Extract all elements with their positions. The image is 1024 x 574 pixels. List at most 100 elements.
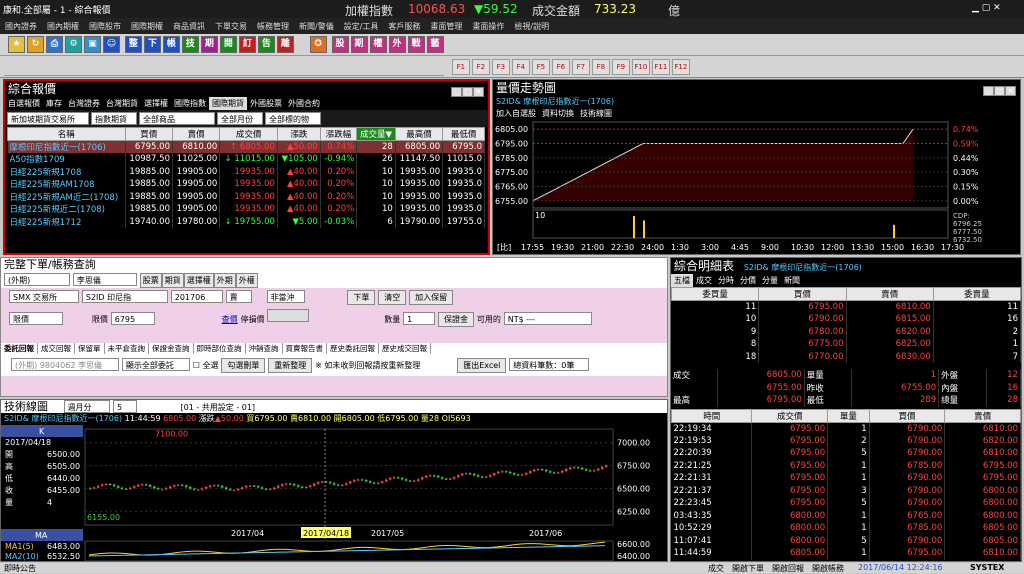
menu-item[interactable]: 新聞/警儀: [294, 18, 339, 32]
table-row[interactable]: 日經225新規AM1708 19885.00 19905.00 19935.00 ▲40…: [7, 178, 485, 191]
order-type-tab[interactable]: 期貨: [161, 273, 184, 288]
toolbar-button[interactable]: 整: [124, 36, 142, 53]
table-row[interactable]: A50指數1709 10987.50 11025.00 ↓ 11015.00 ▼105.…: [7, 153, 485, 166]
print-icon[interactable]: ⎙: [46, 36, 63, 53]
menu-item[interactable]: 下單交易: [210, 18, 252, 32]
quote-tab[interactable]: 外國合約: [285, 97, 323, 110]
order-subtab[interactable]: 歷史成交回報: [379, 343, 431, 354]
table-row[interactable]: 日經225新規AM近二(1708) 19885.00 19905.00 19935.0…: [7, 190, 485, 203]
check-all-checkbox[interactable]: ☐ 全選: [193, 361, 219, 370]
quote-tab[interactable]: 外國股票: [247, 97, 285, 110]
order-type-tab[interactable]: 股票: [139, 273, 162, 288]
announcement-label[interactable]: 即時公告: [4, 563, 36, 574]
toolbar-button[interactable]: 離: [276, 36, 294, 53]
column-header[interactable]: 漲跌: [276, 127, 321, 141]
table-row[interactable]: 日經225新規近二(1708) 19885.00 19905.00 19935.00 ▲…: [7, 203, 485, 216]
person-icon[interactable]: ☺: [103, 36, 120, 53]
toolbar-button[interactable]: 權: [369, 36, 387, 53]
drawing-tools[interactable]: [4, 58, 444, 76]
window-controls[interactable]: ▁ ▢ ✕: [972, 3, 1001, 13]
symbol-select[interactable]: S2ID 印尼指: [81, 290, 168, 303]
price-type-select[interactable]: 限價: [9, 312, 63, 325]
menu-item[interactable]: 檢視/說明: [509, 18, 554, 32]
detail-tab[interactable]: 五檔: [671, 274, 693, 287]
order-subtab[interactable]: 即時部位查詢: [194, 343, 246, 354]
quote-filter[interactable]: 新加坡期貨交易所: [7, 112, 89, 125]
column-header[interactable]: 漲跌幅: [319, 127, 358, 141]
menu-item[interactable]: 商品資訊: [168, 18, 210, 32]
column-header[interactable]: 成交量▼: [356, 127, 396, 141]
function-key[interactable]: F2: [471, 59, 490, 75]
column-header[interactable]: 買價: [124, 127, 173, 141]
toolbar-button[interactable]: 技: [181, 36, 199, 53]
column-header[interactable]: 成交價: [219, 127, 278, 141]
place-order-button[interactable]: 下單: [347, 290, 376, 305]
order-subtab[interactable]: 委託回報: [1, 343, 38, 354]
toolbar-button[interactable]: 期: [350, 36, 368, 53]
quote-filter[interactable]: 全部商品: [139, 112, 215, 125]
function-key[interactable]: F4: [511, 59, 530, 75]
menu-item[interactable]: 國內證券: [0, 18, 42, 32]
account-select[interactable]: (外期): [4, 273, 70, 286]
toolbar-button[interactable]: 藝: [426, 36, 444, 53]
side-select[interactable]: 賣: [225, 290, 252, 303]
quote-tab[interactable]: 自選報價: [5, 97, 43, 110]
order-subtab[interactable]: 保證金查詢: [149, 343, 194, 354]
function-key[interactable]: F8: [591, 59, 610, 75]
toolbar-button[interactable]: 股: [331, 36, 349, 53]
filter-select[interactable]: 李思儀: [72, 273, 137, 286]
toolbar-button[interactable]: 下: [143, 36, 161, 53]
quote-filter[interactable]: 全部月份: [217, 112, 263, 125]
order-subtab[interactable]: 沖銷查詢: [246, 343, 283, 354]
stop-input[interactable]: [267, 309, 310, 322]
function-key[interactable]: F7: [571, 59, 590, 75]
quote-tab[interactable]: 台灣證券: [65, 97, 103, 110]
order-type-tab[interactable]: 外權: [235, 273, 258, 288]
toolbar-button[interactable]: 戰: [407, 36, 425, 53]
order-type-tab[interactable]: 外期: [213, 273, 236, 288]
column-header[interactable]: 名稱: [7, 127, 126, 141]
query-price-link[interactable]: 查價: [222, 315, 238, 324]
qty-input[interactable]: 1: [403, 312, 436, 325]
status-item[interactable]: 成交: [708, 564, 724, 573]
chart-setting[interactable]: [01 - 共用設定 - 01]: [181, 403, 256, 412]
toolbar-button[interactable]: 帳: [162, 36, 180, 53]
column-header[interactable]: 最低價: [442, 127, 485, 141]
order-subtab[interactable]: 保留單: [75, 343, 105, 354]
gear-icon[interactable]: ⚙: [65, 36, 82, 53]
menu-item[interactable]: 國際股市: [84, 18, 126, 32]
show-all-select[interactable]: 顯示全部委託: [121, 358, 190, 371]
detail-tab[interactable]: 分價: [737, 274, 759, 287]
monitor-icon[interactable]: ▣: [84, 36, 101, 53]
menu-item[interactable]: 國際期權: [126, 18, 168, 32]
quote-tab[interactable]: 國際指數: [171, 97, 209, 110]
menu-item[interactable]: 畫面操作: [467, 18, 509, 32]
function-key[interactable]: F12: [671, 59, 690, 75]
detail-tab[interactable]: 新聞: [781, 274, 803, 287]
toolbar-button[interactable]: 期: [200, 36, 218, 53]
refresh-icon[interactable]: ↻: [27, 36, 44, 53]
order-subtab[interactable]: 未平倉查詢: [105, 343, 149, 354]
refresh-button[interactable]: 重新整理: [268, 358, 313, 373]
status-item[interactable]: 開啟帳務: [812, 564, 844, 573]
order-subtab[interactable]: 歷史委託回報: [327, 343, 379, 354]
quote-filter[interactable]: 全部標的物: [265, 112, 321, 125]
quote-tab[interactable]: 選擇權: [141, 97, 171, 110]
quote-filter[interactable]: 指數期貨: [91, 112, 137, 125]
toolbar-button[interactable]: 訂: [238, 36, 256, 53]
function-key[interactable]: F5: [531, 59, 550, 75]
function-key[interactable]: F6: [551, 59, 570, 75]
price-input[interactable]: 6795: [110, 312, 155, 325]
quote-tab[interactable]: 台灣期貨: [103, 97, 141, 110]
column-header[interactable]: 最高價: [394, 127, 444, 141]
quote-tab[interactable]: 國際期貨: [209, 97, 247, 110]
toolbar-button[interactable]: 外: [388, 36, 406, 53]
order-type-tab[interactable]: 選擇權: [183, 273, 214, 288]
intraday-menu-item[interactable]: 資料切換: [542, 109, 574, 118]
function-key[interactable]: F3: [491, 59, 510, 75]
menu-item[interactable]: 設定/工具: [339, 18, 384, 32]
menu-item[interactable]: 帳務管理: [252, 18, 294, 32]
period-select[interactable]: 週月分: [63, 400, 110, 413]
detail-tab[interactable]: 分時: [715, 274, 737, 287]
toolbar-button[interactable]: 閱: [219, 36, 237, 53]
